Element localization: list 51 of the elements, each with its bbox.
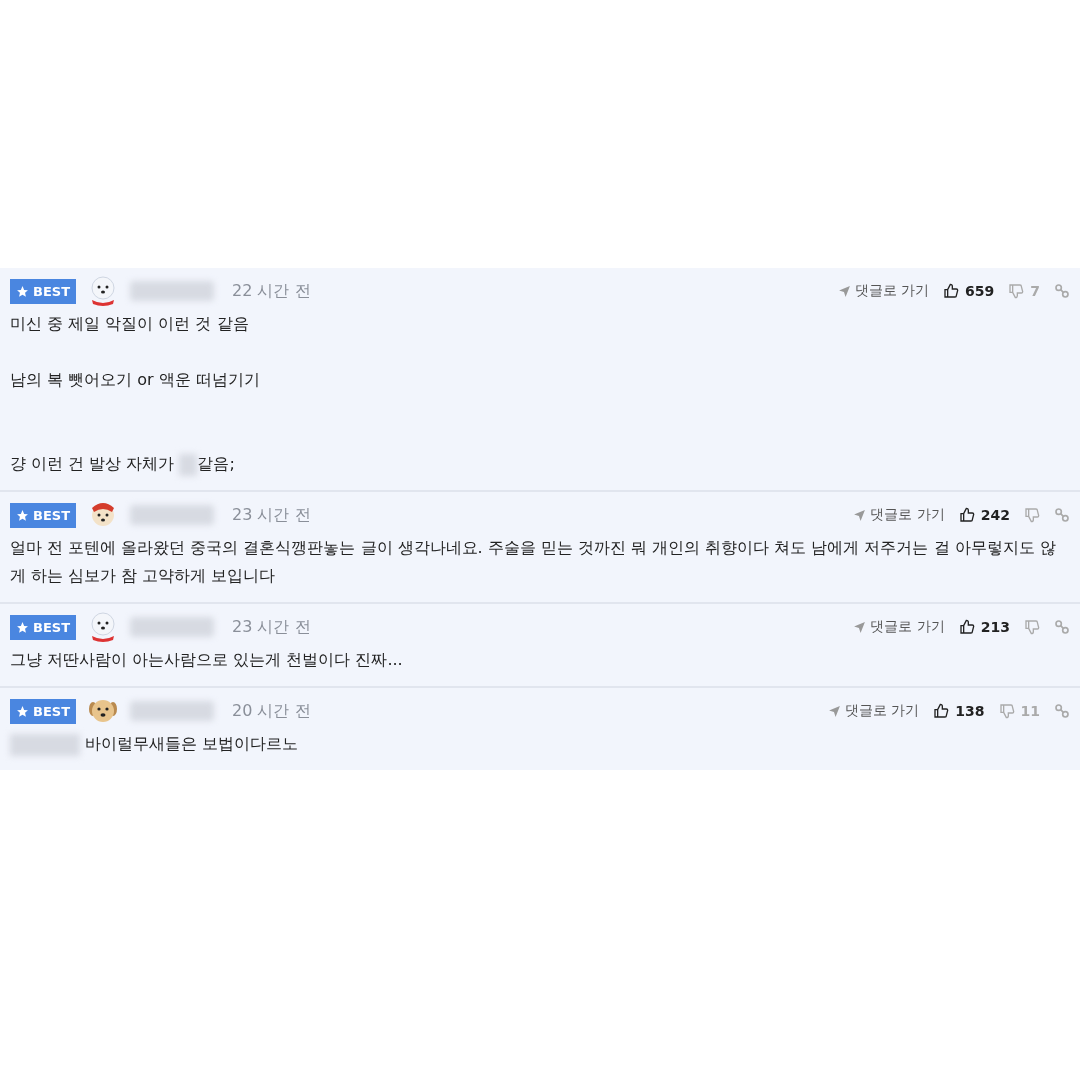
comment-text: 미신 중 제일 악질이 이런 것 같음 bbox=[10, 314, 249, 333]
badge-label: BEST bbox=[33, 703, 71, 719]
thumbs-down-icon bbox=[1024, 507, 1040, 523]
like-button[interactable]: 138 bbox=[933, 703, 985, 719]
link-button[interactable] bbox=[1054, 507, 1070, 523]
star-icon bbox=[16, 620, 29, 634]
thumbs-down-icon bbox=[1008, 283, 1025, 299]
redacted-text bbox=[179, 453, 198, 476]
go-to-comment-link[interactable]: 댓글로 가기 bbox=[837, 282, 929, 300]
star-icon bbox=[16, 508, 29, 522]
like-button[interactable]: 659 bbox=[943, 283, 995, 299]
comment-text: 걍 이런 건 발상 자체가 bbox=[10, 454, 176, 473]
comment-text: 바이럴무새들은 보법이다르노 bbox=[84, 734, 299, 753]
link-icon bbox=[1054, 703, 1070, 719]
comment-time: 23 시간 전 bbox=[232, 504, 311, 526]
go-to-comment-link[interactable]: 댓글로 가기 bbox=[853, 618, 945, 636]
thumbs-up-icon bbox=[943, 283, 959, 299]
comment-text: 얼마 전 포텐에 올라왔던 중국의 결혼식깽판놓는 글이 생각나네요. 주술을 믿는 것까진 뭐 개인의 취향이다 쳐도 남에게 저주거는 걸 아무렇지도 않게 하는 심보가 참 고약하게 보입니다 bbox=[10, 538, 1056, 585]
like-button[interactable]: 213 bbox=[958, 619, 1010, 635]
comment-time: 22 시간 전 bbox=[232, 280, 311, 302]
go-to-comment-link[interactable]: 댓글로 가기 bbox=[827, 702, 920, 720]
badge-label: BEST bbox=[33, 283, 71, 299]
comment-text: 남의 복 뺏어오기 or 액운 떠넘기기 bbox=[10, 370, 260, 389]
arrow-icon bbox=[827, 704, 841, 718]
comment-time: 20 시간 전 bbox=[232, 700, 311, 722]
link-icon bbox=[1054, 283, 1070, 299]
thumbs-down-icon bbox=[998, 703, 1015, 719]
redacted-text bbox=[10, 733, 80, 756]
badge-label: BEST bbox=[33, 619, 71, 635]
arrow-icon bbox=[837, 284, 851, 298]
arrow-icon bbox=[853, 508, 867, 522]
thumbs-up-icon bbox=[933, 703, 950, 719]
link-icon bbox=[1054, 619, 1070, 635]
star-icon bbox=[16, 284, 29, 298]
link-icon bbox=[1054, 507, 1070, 523]
thumbs-up-icon bbox=[958, 619, 975, 635]
dislike-button[interactable] bbox=[1024, 507, 1040, 523]
dislike-button[interactable] bbox=[1024, 619, 1040, 635]
link-button[interactable] bbox=[1054, 283, 1070, 299]
star-icon bbox=[16, 704, 29, 718]
badge-label: BEST bbox=[33, 507, 71, 523]
comment-time: 23 시간 전 bbox=[232, 616, 311, 638]
go-to-comment-link[interactable]: 댓글로 가기 bbox=[853, 506, 945, 524]
comment-text: 그냥 저딴사람이 아는사람으로 있는게 천벌이다 진짜... bbox=[10, 650, 403, 669]
link-button[interactable] bbox=[1054, 619, 1070, 635]
comment-text: 같음; bbox=[197, 454, 235, 473]
like-button[interactable]: 242 bbox=[958, 507, 1010, 523]
thumbs-up-icon bbox=[958, 507, 975, 523]
thumbs-down-icon bbox=[1024, 619, 1040, 635]
link-button[interactable] bbox=[1054, 703, 1070, 719]
arrow-icon bbox=[853, 620, 867, 634]
